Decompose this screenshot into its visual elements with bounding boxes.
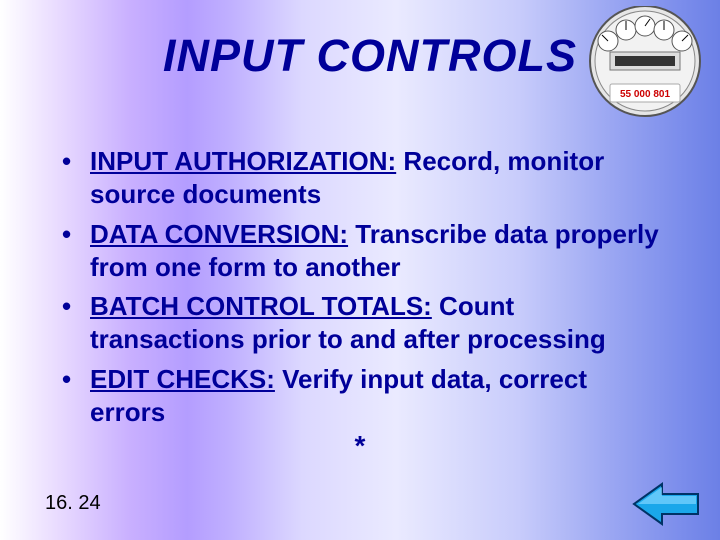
- slide: 55 000 801 INPUT CONTROLS INPUT AUTHORIZ…: [0, 0, 720, 540]
- bullet-term: DATA CONVERSION:: [90, 219, 348, 249]
- list-item: BATCH CONTROL TOTALS: Count transactions…: [62, 290, 660, 357]
- bullet-term: BATCH CONTROL TOTALS:: [90, 291, 432, 321]
- bullet-list: INPUT AUTHORIZATION: Record, monitor sou…: [62, 145, 660, 435]
- bullet-term: INPUT AUTHORIZATION:: [90, 146, 396, 176]
- slide-number: 16. 24: [45, 492, 101, 515]
- asterisk-marker: *: [0, 430, 720, 462]
- list-item: EDIT CHECKS: Verify input data, correct …: [62, 363, 660, 430]
- list-item: INPUT AUTHORIZATION: Record, monitor sou…: [62, 145, 660, 212]
- back-button[interactable]: [632, 480, 702, 528]
- slide-title: INPUT CONTROLS: [0, 30, 720, 82]
- back-arrow-icon: [632, 480, 702, 528]
- meter-reading-text: 55 000 801: [620, 89, 670, 100]
- list-item: DATA CONVERSION: Transcribe data properl…: [62, 218, 660, 285]
- bullet-term: EDIT CHECKS:: [90, 364, 275, 394]
